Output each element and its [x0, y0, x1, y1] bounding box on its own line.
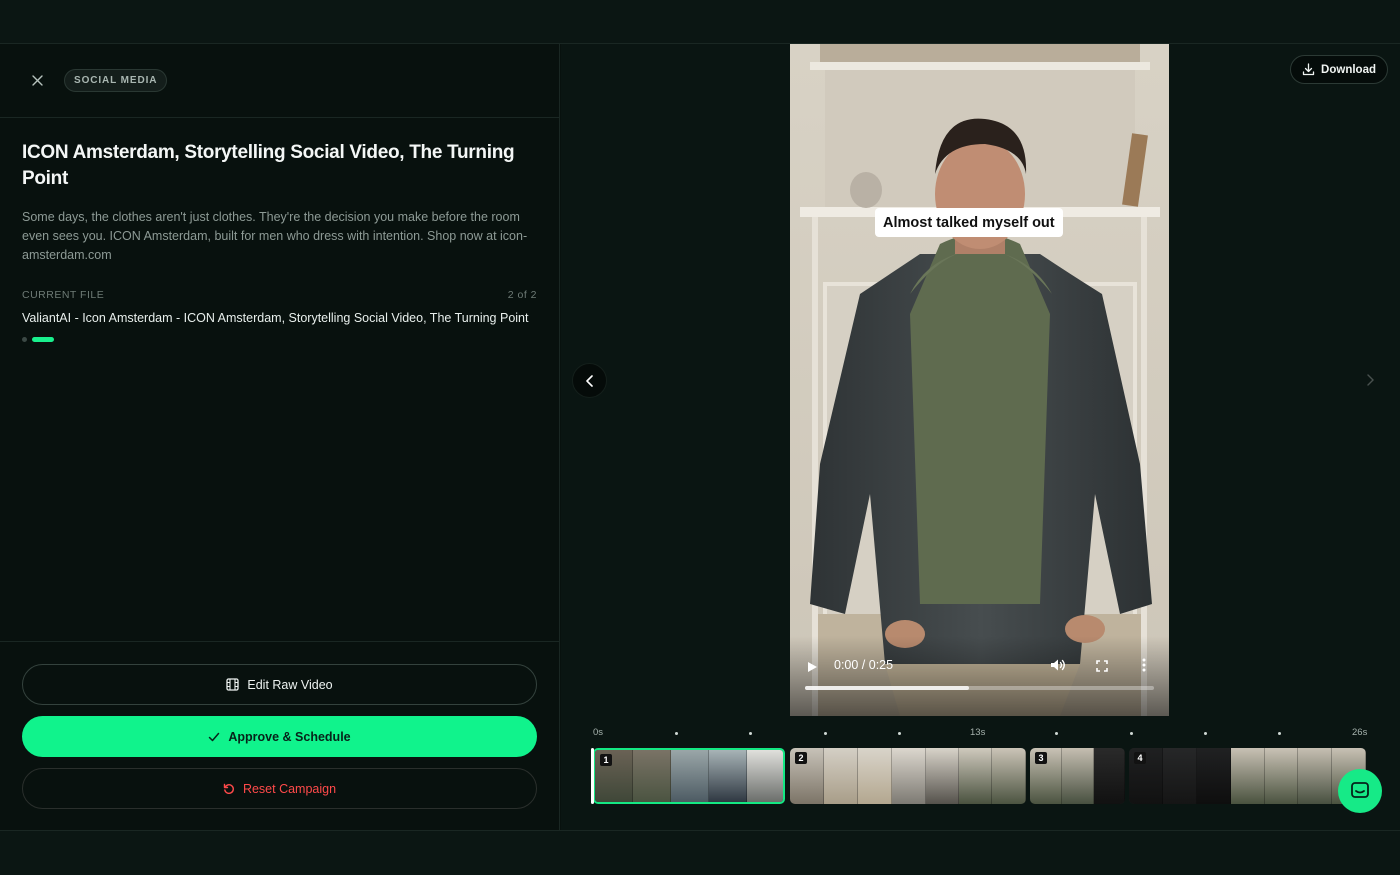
- check-icon: [209, 732, 220, 741]
- current-file-row: CURRENT FILE 2 of 2: [22, 289, 537, 301]
- chat-icon: [1351, 782, 1369, 798]
- timeline-playhead[interactable]: [591, 748, 594, 804]
- player-controls: 0:00 / 0:25: [790, 636, 1169, 716]
- play-icon: [808, 662, 817, 672]
- approve-schedule-label: Approve & Schedule: [228, 729, 351, 744]
- campaign-title: ICON Amsterdam, Storytelling Social Vide…: [22, 142, 515, 189]
- video-player[interactable]: Almost talked myself out 0:00 / 0:25: [790, 44, 1169, 716]
- volume-icon: [1051, 659, 1065, 671]
- video-frame-image: [790, 44, 1169, 716]
- clip-number: 4: [1134, 752, 1146, 764]
- file-dot-1[interactable]: [22, 337, 27, 342]
- ruler-tick: [898, 732, 901, 735]
- download-icon: [1302, 63, 1315, 76]
- previous-file-button[interactable]: [572, 363, 607, 398]
- chevron-right-icon: [1367, 374, 1374, 386]
- close-button[interactable]: [28, 72, 46, 90]
- ruler-tick: [1055, 732, 1058, 735]
- chat-support-button[interactable]: [1338, 769, 1382, 813]
- panel-header: SOCIAL MEDIA: [0, 44, 559, 118]
- more-options-button[interactable]: [1142, 658, 1146, 677]
- ruler-tick: [1204, 732, 1207, 735]
- preview-panel: Download Almost talked myself out 0:00 /…: [561, 44, 1400, 830]
- reset-campaign-label: Reset Campaign: [242, 781, 337, 796]
- reset-campaign-button[interactable]: Reset Campaign: [22, 768, 537, 809]
- ruler-tick: [749, 732, 752, 735]
- ruler-tick: [1278, 732, 1281, 735]
- timeline-clip-3[interactable]: 3: [1030, 748, 1125, 804]
- download-label: Download: [1321, 63, 1376, 76]
- current-file-label: CURRENT FILE: [22, 289, 105, 301]
- playback-progress-fill: [805, 686, 970, 690]
- chevron-left-icon: [585, 374, 593, 387]
- ruler-tick: [675, 732, 678, 735]
- edit-raw-video-label: Edit Raw Video: [247, 677, 333, 692]
- details-panel: SOCIAL MEDIA ICON Amsterdam, Storytellin…: [0, 44, 560, 830]
- film-icon: [226, 678, 240, 691]
- current-file-name: ValiantAI - Icon Amsterdam - ICON Amster…: [22, 311, 529, 325]
- close-icon: [31, 75, 43, 86]
- campaign-details: ICON Amsterdam, Storytelling Social Vide…: [0, 118, 559, 342]
- more-vertical-icon: [1142, 658, 1146, 672]
- ruler-tick: [1130, 732, 1133, 735]
- ruler-tick: [824, 732, 827, 735]
- download-button[interactable]: Download: [1290, 55, 1388, 84]
- ruler-start-label: 0s: [593, 727, 604, 738]
- clip-number: 2: [795, 752, 807, 764]
- edit-raw-video-button[interactable]: Edit Raw Video: [22, 664, 537, 705]
- play-button[interactable]: [807, 660, 818, 678]
- ruler-mid-label: 13s: [970, 727, 986, 738]
- fullscreen-button[interactable]: [1096, 659, 1108, 677]
- volume-button[interactable]: [1050, 658, 1066, 677]
- approve-schedule-button[interactable]: Approve & Schedule: [22, 716, 537, 757]
- file-pagination: [22, 337, 537, 342]
- reset-icon: [223, 783, 234, 794]
- app-window: SOCIAL MEDIA ICON Amsterdam, Storytellin…: [0, 43, 1400, 831]
- action-bar: Edit Raw Video Approve & Schedule Reset …: [0, 641, 559, 830]
- file-counter: 2 of 2: [507, 289, 537, 301]
- time-display: 0:00 / 0:25: [834, 658, 894, 672]
- video-caption: Almost talked myself out: [875, 208, 1063, 237]
- timeline-ruler: 0s 13s 26s: [593, 727, 1368, 741]
- next-file-button[interactable]: [1360, 370, 1380, 390]
- timeline-clip-4[interactable]: 4: [1129, 748, 1366, 804]
- clip-timeline: 1 2 3 4: [592, 748, 1367, 804]
- playback-progress-bar[interactable]: [805, 686, 1154, 690]
- fullscreen-icon: [1096, 660, 1108, 672]
- clip-number: 1: [600, 754, 612, 766]
- clip-number: 3: [1035, 752, 1047, 764]
- category-tag: SOCIAL MEDIA: [64, 69, 168, 92]
- timeline-clip-1[interactable]: 1: [593, 748, 785, 804]
- campaign-description: Some days, the clothes aren't just cloth…: [22, 210, 528, 262]
- ruler-end-label: 26s: [1352, 727, 1368, 738]
- file-dot-2-active[interactable]: [32, 337, 54, 342]
- timeline-clip-2[interactable]: 2: [790, 748, 1026, 804]
